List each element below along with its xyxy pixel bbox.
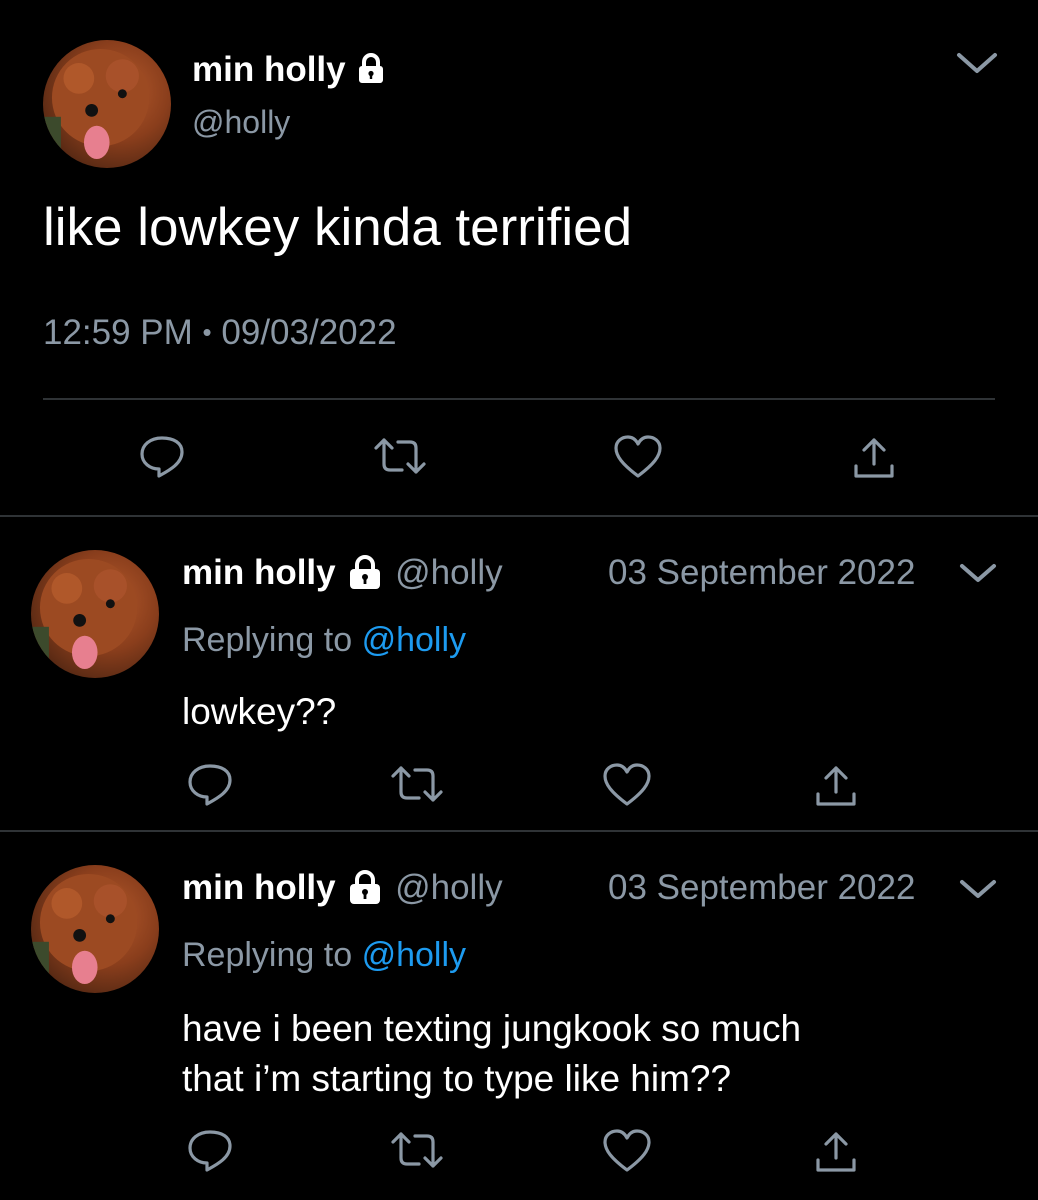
like-icon[interactable]: [612, 434, 664, 480]
avatar-image: [31, 558, 138, 678]
replying-to: Replying to @holly: [182, 621, 467, 659]
action-bar: [0, 430, 1038, 486]
reply-text: have i been texting jungkook so much tha…: [182, 1008, 802, 1099]
chevron-down-icon[interactable]: [958, 876, 998, 902]
like-icon[interactable]: [601, 1128, 653, 1174]
handle[interactable]: @holly: [395, 553, 503, 592]
reply-icon[interactable]: [184, 1124, 236, 1176]
share-icon[interactable]: [850, 436, 898, 480]
action-bar: [0, 758, 1038, 814]
reply-icon[interactable]: [184, 758, 236, 810]
action-bar: [0, 1124, 1038, 1180]
handle[interactable]: @holly: [192, 103, 290, 141]
lock-icon: [350, 554, 381, 589]
like-icon[interactable]: [601, 762, 653, 808]
avatar-image: [43, 48, 150, 168]
share-icon[interactable]: [812, 1130, 860, 1174]
reply-header: min holly @holly: [182, 868, 503, 908]
display-name[interactable]: min holly: [192, 50, 385, 90]
reply-date: 03 September 2022: [608, 553, 916, 592]
handle[interactable]: @holly: [395, 868, 503, 907]
avatar[interactable]: [31, 550, 159, 678]
retweet-icon[interactable]: [372, 436, 428, 476]
replying-to: Replying to @holly: [182, 936, 467, 974]
divider: [0, 830, 1038, 832]
chevron-down-icon[interactable]: [958, 560, 998, 586]
mention-link[interactable]: @holly: [362, 936, 466, 974]
tweet-timestamp: 12:59 PM • 09/03/2022: [43, 313, 397, 352]
avatar[interactable]: [31, 865, 159, 993]
avatar[interactable]: [43, 40, 171, 168]
mention-link[interactable]: @holly: [362, 621, 466, 659]
avatar-image: [31, 873, 138, 993]
divider: [0, 515, 1038, 517]
chevron-down-icon[interactable]: [955, 50, 999, 76]
divider: [43, 398, 995, 400]
tweet-text: like lowkey kinda terrified: [43, 198, 633, 257]
share-icon[interactable]: [812, 764, 860, 808]
display-name[interactable]: min holly: [182, 868, 336, 907]
reply-date: 03 September 2022: [608, 868, 916, 907]
display-name[interactable]: min holly: [182, 553, 336, 592]
lock-icon: [359, 52, 384, 83]
reply-header: min holly @holly: [182, 553, 503, 593]
lock-icon: [350, 869, 381, 904]
reply-icon[interactable]: [136, 430, 188, 482]
reply-text: lowkey??: [182, 691, 337, 732]
retweet-icon[interactable]: [389, 764, 445, 804]
retweet-icon[interactable]: [389, 1130, 445, 1170]
